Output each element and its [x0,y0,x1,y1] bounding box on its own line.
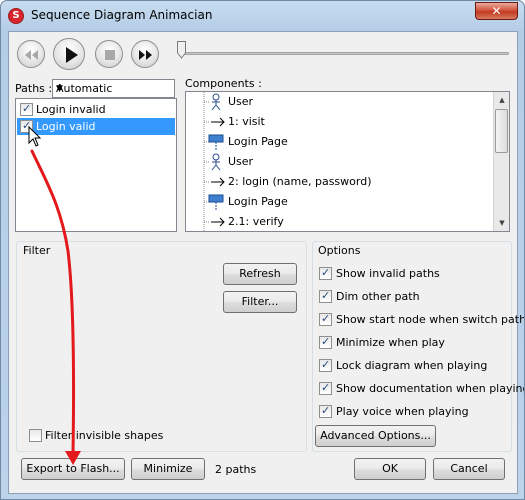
close-icon: ✕ [491,4,502,18]
rewind-button[interactable] [17,40,45,68]
rewind-icon [25,50,38,60]
component-label: 2.1: verify [228,215,284,228]
scroll-thumb[interactable] [495,109,508,153]
options-group-title: Options [318,244,361,257]
option-checkbox[interactable]: ✓ [319,381,332,395]
play-icon [66,47,78,63]
ok-button[interactable]: OK [354,458,426,480]
component-label: User [228,155,254,168]
scroll-down-button[interactable]: ▼ [494,215,509,231]
chevron-down-icon: ▼ [499,219,505,227]
lifeline-icon [203,192,224,212]
check-icon: ✓ [22,119,32,132]
export-to-flash-button[interactable]: Export to Flash... [21,458,125,480]
option-checkbox[interactable]: ✓ [319,266,332,280]
check-icon: ✓ [22,102,32,115]
filter-group-title: Filter [23,244,51,257]
lifeline-icon [203,132,224,152]
path-label: Login valid [36,120,96,133]
window-title: Sequence Diagram Animacian [31,8,213,22]
actor-icon [203,92,221,112]
refresh-button[interactable]: Refresh [223,263,297,285]
path-item-login-valid[interactable]: ✓ Login valid [17,118,175,135]
progress-slider-track[interactable] [179,52,509,55]
chevron-up-icon: ▲ [499,96,505,104]
paths-list[interactable]: ✓ Login invalid ✓ Login valid [15,98,177,232]
option-checkbox[interactable]: ✓ [319,289,332,303]
paths-label: Paths : [15,82,53,95]
option-label: Minimize when play [336,336,445,349]
check-icon: ✓ [321,312,331,325]
app-logo-icon: S [8,8,24,24]
scroll-up-button[interactable]: ▲ [494,92,509,108]
option-label: Show documentation when playing [336,382,525,395]
fast-forward-button[interactable] [131,40,159,68]
status-path-count: 2 paths [215,463,257,476]
play-button[interactable] [53,38,85,70]
close-button[interactable]: ✕ [475,2,518,20]
message-arrow-icon [203,172,225,192]
actor-icon [203,152,221,172]
cancel-button[interactable]: Cancel [433,458,505,480]
option-checkbox[interactable]: ✓ [319,404,332,418]
option-label: Show invalid paths [336,267,440,280]
paths-select[interactable]: Automatic ▼ [52,79,175,98]
path-item-login-invalid[interactable]: ✓ Login invalid [17,101,175,118]
fast-forward-icon [139,50,152,60]
check-icon: ✓ [321,358,331,371]
component-label: User [228,95,254,108]
component-label: Login Page [228,195,288,208]
option-label: Play voice when playing [336,405,469,418]
check-icon: ✓ [321,381,331,394]
component-label: Login Page [228,135,288,148]
advanced-options-button[interactable]: Advanced Options... [315,425,436,447]
component-label: 1: visit [228,115,265,128]
dialog-window: S Sequence Diagram Animacian ✕ Paths: A… [0,0,525,500]
components-tree[interactable]: User 1: visit Login Page User 2: login (… [185,91,510,232]
filter-button[interactable]: Filter... [223,291,297,313]
message-arrow-icon [203,112,225,132]
dialog-client-area: Paths : Automatic ▼ ✓ Login invalid ✓ Lo… [8,31,524,494]
option-checkbox[interactable]: ✓ [319,335,332,349]
component-label: 2: login (name, password) [228,175,372,188]
message-arrow-icon [203,212,225,231]
title-bar[interactable]: S Sequence Diagram Animacian ✕ [1,1,524,31]
stop-button[interactable] [95,40,123,68]
components-label: Components : [185,77,262,90]
check-icon: ✓ [321,404,331,417]
check-icon: ✓ [321,335,331,348]
option-label: Dim other path [336,290,420,303]
chevron-down-icon: ▼ [56,84,63,94]
path-checkbox-login-invalid[interactable]: ✓ [20,102,33,116]
option-label: Show start node when switch path [336,313,525,326]
option-label: Lock diagram when playing [336,359,488,372]
progress-slider-thumb[interactable] [177,41,186,59]
path-checkbox-login-valid[interactable]: ✓ [20,119,33,133]
filter-invisible-checkbox[interactable] [29,429,42,442]
minimize-button[interactable]: Minimize [131,458,205,480]
check-icon: ✓ [321,289,331,302]
stop-icon [105,50,115,60]
filter-invisible-label: Filter invisible shapes [45,429,164,442]
components-scrollbar[interactable]: ▲ ▼ [493,92,509,231]
option-checkbox[interactable]: ✓ [319,312,332,326]
path-label: Login invalid [36,103,106,116]
option-checkbox[interactable]: ✓ [319,358,332,372]
check-icon: ✓ [321,266,331,279]
